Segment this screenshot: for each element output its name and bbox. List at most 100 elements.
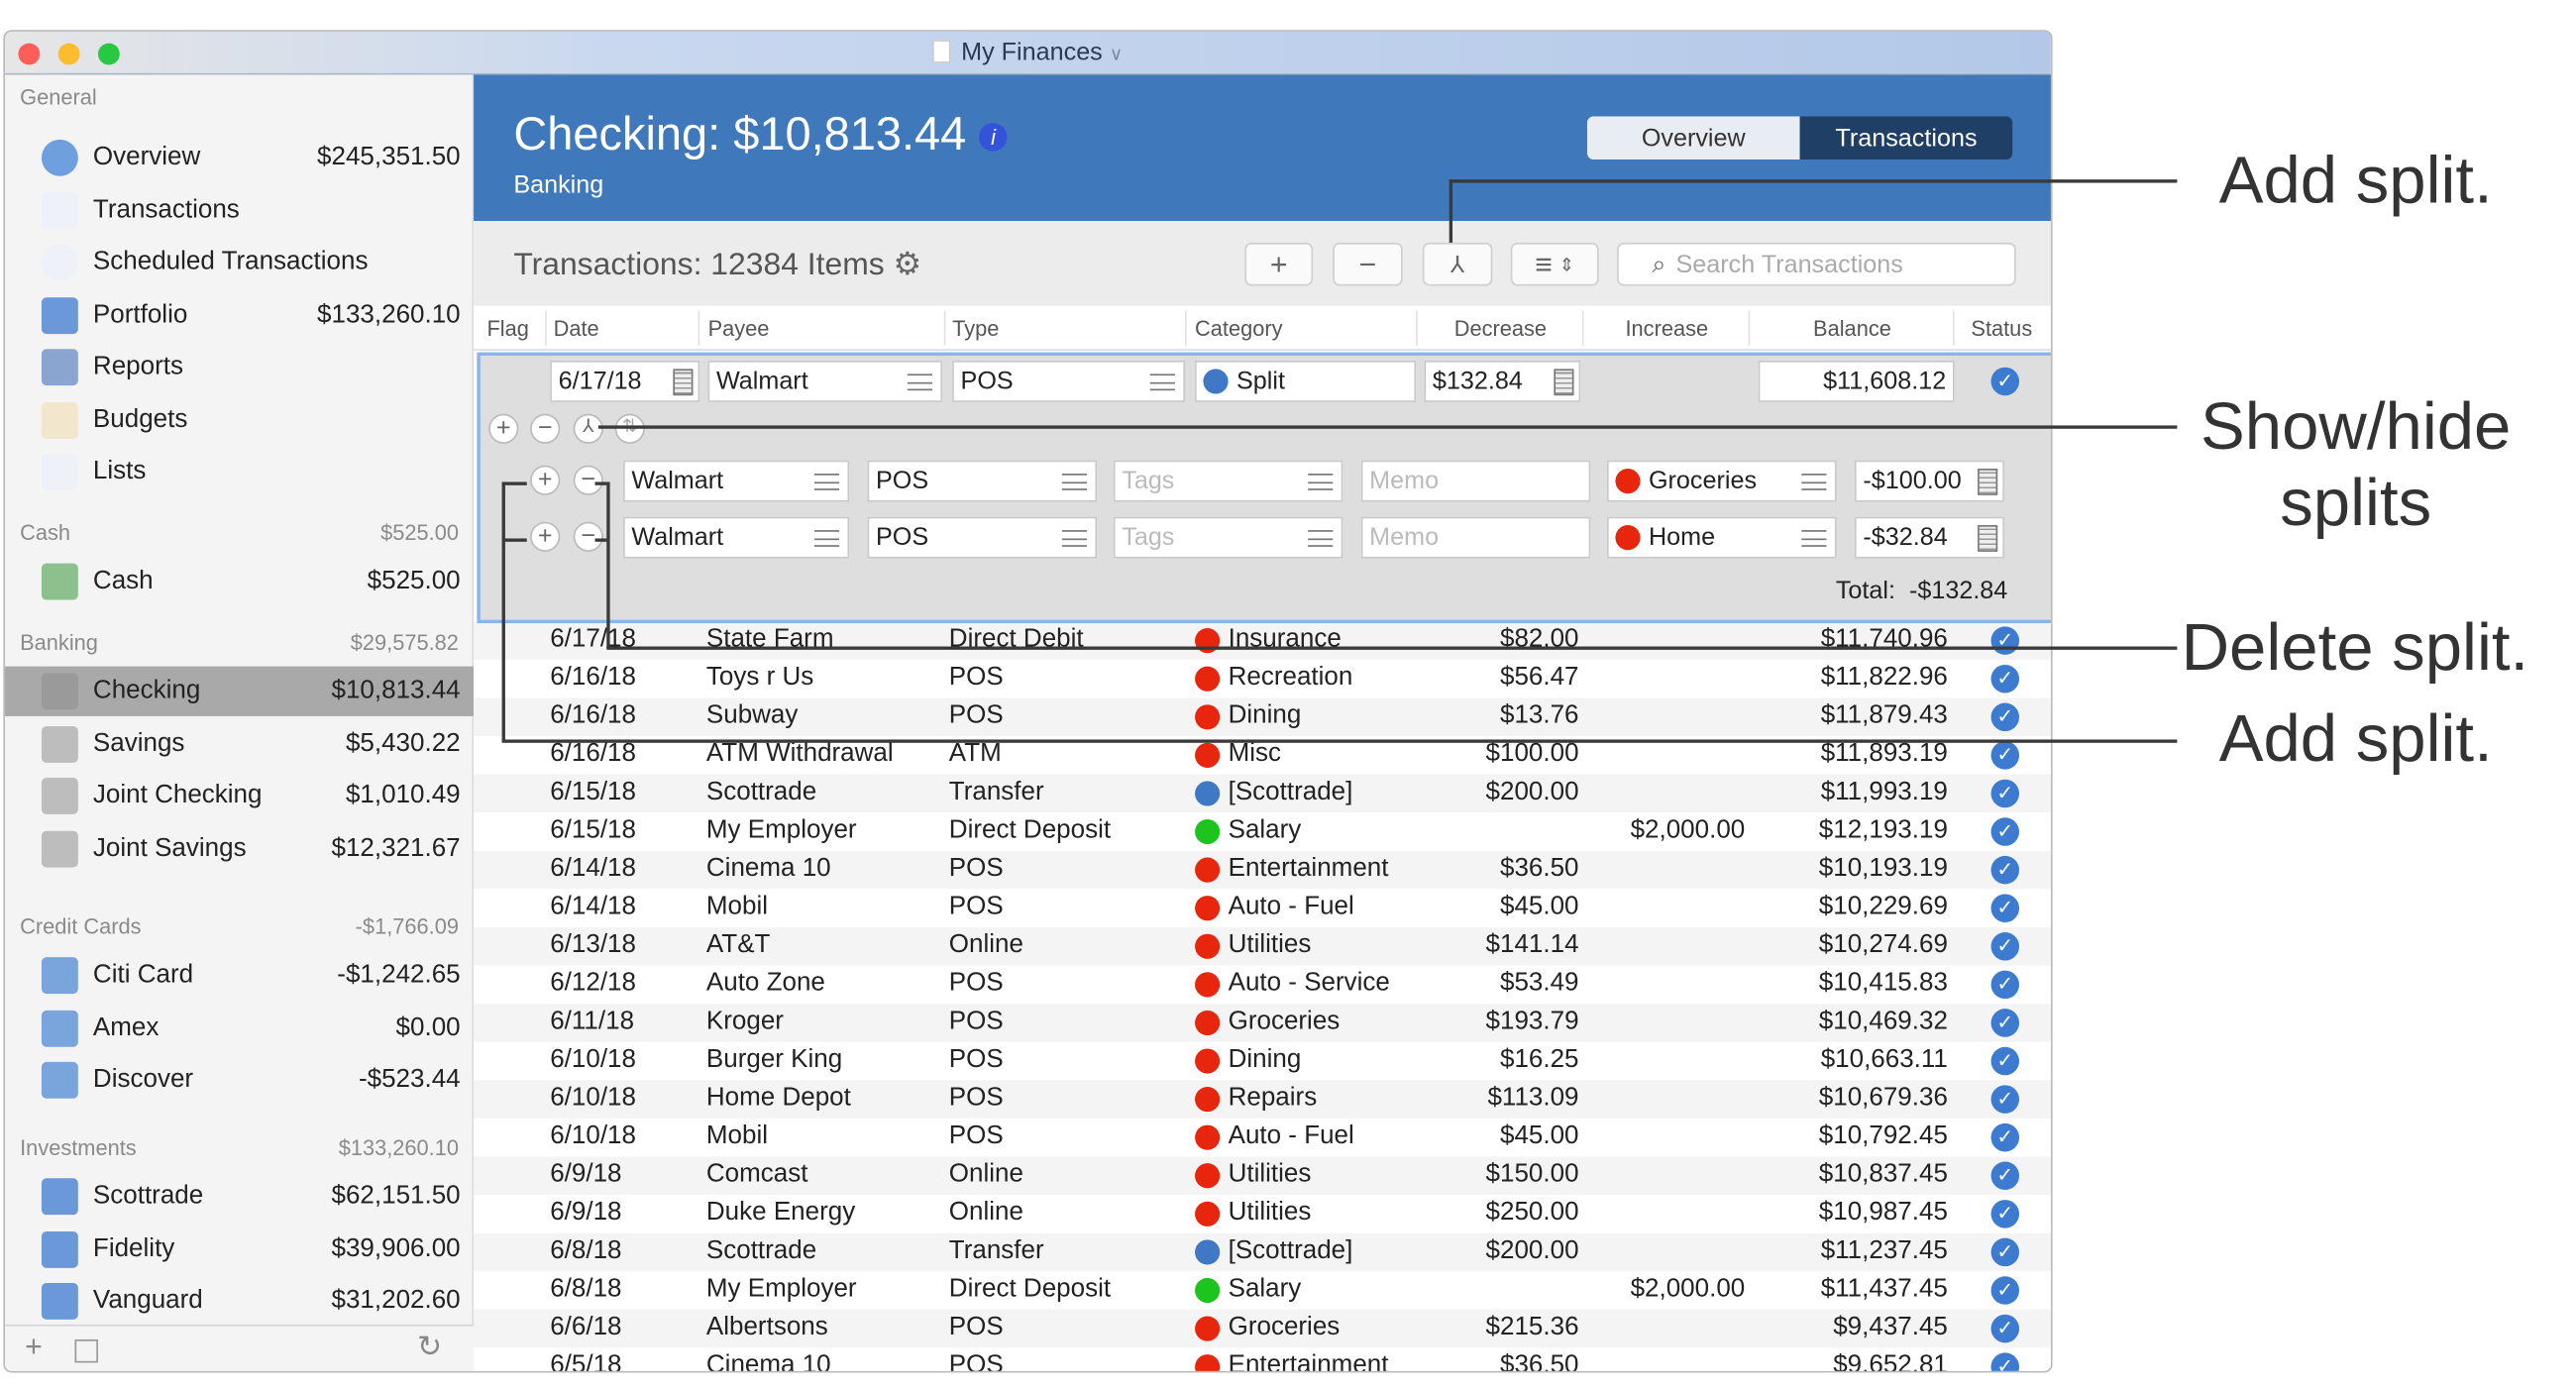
tab-overview[interactable]: Overview — [1586, 116, 1800, 160]
calculator-icon[interactable] — [1978, 525, 1998, 552]
col-category[interactable]: Category — [1195, 316, 1282, 341]
menu-icon[interactable] — [1308, 474, 1334, 490]
collapse-icon[interactable] — [74, 1338, 98, 1363]
table-row[interactable]: 6/8/18 Scottrade Transfer [Scottrade] $200.0… — [474, 1232, 2051, 1272]
status-check-icon[interactable]: ✓ — [1990, 970, 2020, 1000]
status-check-icon[interactable]: ✓ — [1990, 894, 2020, 922]
menu-icon[interactable] — [1308, 530, 1334, 547]
status-check-icon[interactable]: ✓ — [1990, 1276, 2020, 1305]
col-flag[interactable]: Flag — [486, 316, 528, 341]
sidebar-item-scheduled-transactions[interactable]: Scheduled Transactions — [5, 238, 474, 287]
status-check-icon[interactable]: ✓ — [1990, 932, 2020, 961]
add-split-row-icon[interactable]: + — [530, 465, 561, 495]
decrease-field[interactable]: $132.84 — [1424, 360, 1581, 402]
table-row[interactable]: 6/17/18 State Farm Direct Debit Insurance $8… — [474, 621, 2051, 660]
split-amount-field[interactable]: -$100.00 — [1854, 460, 2004, 502]
sidebar-item-savings[interactable]: Savings $5,430.22 — [5, 718, 474, 768]
add-split-row-icon[interactable]: + — [530, 521, 561, 552]
table-row[interactable]: 6/16/18 Toys r Us POS Recreation $56.47 $11,8… — [474, 659, 2051, 698]
table-row[interactable]: 6/11/18 Kroger POS Groceries $193.79 $10,469.… — [474, 1004, 2051, 1042]
status-check-icon[interactable]: ✓ — [1990, 1122, 2020, 1152]
remove-split-icon[interactable]: − — [530, 413, 561, 444]
col-type[interactable]: Type — [952, 316, 999, 341]
calendar-icon[interactable] — [673, 369, 694, 396]
col-balance[interactable]: Balance — [1813, 316, 1891, 341]
calculator-icon[interactable] — [1554, 369, 1574, 396]
table-row[interactable]: 6/6/18 Albertsons POS Groceries $215.36 $9,43… — [474, 1309, 2051, 1348]
table-row[interactable]: 6/10/18 Home Depot POS Repairs $113.09 $10,67… — [474, 1080, 2051, 1119]
view-options-button[interactable]: ≡ ⇕ — [1510, 242, 1599, 286]
status-check-icon[interactable]: ✓ — [1990, 1046, 2020, 1076]
type-field[interactable]: POS — [952, 360, 1185, 402]
add-split-icon[interactable]: + — [488, 413, 519, 444]
split-tags-field[interactable]: Tags — [1113, 516, 1343, 559]
status-check-icon[interactable]: ✓ — [1990, 741, 2020, 770]
add-account-icon[interactable]: + — [25, 1330, 43, 1364]
status-check-icon[interactable]: ✓ — [1990, 702, 2020, 732]
status-check-icon[interactable]: ✓ — [1990, 1085, 2020, 1114]
menu-icon[interactable] — [907, 374, 933, 391]
table-row[interactable]: 6/12/18 Auto Zone POS Auto - Service $53.49 $… — [474, 965, 2051, 1005]
col-decrease[interactable]: Decrease — [1454, 316, 1547, 341]
split-memo-field[interactable]: Memo — [1360, 516, 1591, 559]
status-check-icon[interactable]: ✓ — [1990, 1200, 2020, 1228]
menu-icon[interactable] — [813, 530, 840, 547]
menu-icon[interactable] — [1801, 530, 1827, 547]
sidebar-item-reports[interactable]: Reports — [5, 343, 474, 392]
split-category-field[interactable]: Groceries — [1607, 460, 1837, 502]
status-check-icon[interactable]: ✓ — [1990, 1161, 2020, 1191]
table-row[interactable]: 6/15/18 My Employer Direct Deposit Salary $2… — [474, 812, 2051, 851]
table-row[interactable]: 6/10/18 Burger King POS Dining $16.25 $10,663… — [474, 1041, 2051, 1081]
delete-split-row-icon[interactable]: − — [573, 465, 603, 495]
split-memo-field[interactable]: Memo — [1360, 460, 1591, 502]
status-check-icon[interactable]: ✓ — [1990, 1352, 2020, 1371]
col-payee[interactable]: Payee — [708, 316, 770, 341]
status-check-icon[interactable]: ✓ — [1990, 855, 2020, 885]
split-payee-field[interactable]: Walmart — [623, 516, 850, 559]
table-row[interactable]: 6/8/18 My Employer Direct Deposit Salary $2,… — [474, 1271, 2051, 1310]
add-transaction-button[interactable]: + — [1244, 242, 1314, 286]
menu-icon[interactable] — [1149, 374, 1175, 391]
sidebar-item-transactions[interactable]: Transactions — [5, 185, 474, 235]
category-field[interactable]: Split — [1195, 360, 1417, 402]
sidebar-item-citi-card[interactable]: Citi Card -$1,242.65 — [5, 950, 474, 1000]
sidebar-item-portfolio[interactable]: Portfolio $133,260.10 — [5, 290, 474, 340]
menu-icon[interactable] — [1061, 474, 1088, 490]
status-check-icon[interactable]: ✓ — [1990, 664, 2020, 694]
info-icon[interactable]: i — [979, 123, 1008, 152]
col-status[interactable]: Status — [1971, 316, 2032, 341]
refresh-icon[interactable]: ↻ — [417, 1330, 442, 1364]
col-increase[interactable]: Increase — [1625, 316, 1708, 341]
table-row[interactable]: 6/9/18 Comcast Online Utilities $150.00 $10,8… — [474, 1156, 2051, 1196]
delete-split-row-icon[interactable]: − — [573, 521, 603, 552]
tab-transactions[interactable]: Transactions — [1799, 116, 2013, 160]
date-field[interactable]: 6/17/18 — [550, 360, 700, 402]
calculator-icon[interactable] — [1978, 469, 1998, 495]
split-type-field[interactable]: POS — [867, 516, 1098, 559]
sidebar-item-scottrade[interactable]: Scottrade $62,151.50 — [5, 1172, 474, 1222]
col-date[interactable]: Date — [554, 316, 599, 341]
delete-transaction-button[interactable]: − — [1333, 242, 1403, 286]
sidebar-item-joint-checking[interactable]: Joint Checking $1,010.49 — [5, 771, 474, 820]
sidebar-item-joint-savings[interactable]: Joint Savings $12,321.67 — [5, 823, 474, 873]
split-type-field[interactable]: POS — [867, 460, 1098, 502]
status-check-icon[interactable]: ✓ — [1990, 1009, 2020, 1037]
gear-icon[interactable]: ⚙ — [894, 248, 922, 282]
add-split-button[interactable]: ⅄ — [1422, 242, 1493, 286]
split-category-field[interactable]: Home — [1607, 516, 1837, 559]
sidebar-item-discover[interactable]: Discover -$523.44 — [5, 1055, 474, 1105]
split-payee-field[interactable]: Walmart — [623, 460, 850, 502]
table-row[interactable]: 6/5/18 Cinema 10 POS Entertainment $36.50 $9,… — [474, 1347, 2051, 1371]
sidebar-item-fidelity[interactable]: Fidelity $39,906.00 — [5, 1224, 474, 1273]
table-row[interactable]: 6/16/18 Subway POS Dining $13.76 $11,879.43 ✓ — [474, 697, 2051, 737]
table-row[interactable]: 6/10/18 Mobil POS Auto - Fuel $45.00 $10,792.… — [474, 1118, 2051, 1157]
table-row[interactable]: 6/9/18 Duke Energy Online Utilities $250.00 $… — [474, 1195, 2051, 1233]
table-row[interactable]: 6/13/18 AT&T Online Utilities $141.14 $10,274… — [474, 926, 2051, 966]
sidebar-item-amex[interactable]: Amex $0.00 — [5, 1003, 474, 1052]
menu-icon[interactable] — [813, 474, 840, 490]
status-check-icon[interactable]: ✓ — [1990, 626, 2020, 655]
menu-icon[interactable] — [1801, 474, 1827, 490]
sidebar-item-vanguard[interactable]: Vanguard $31,202.60 — [5, 1276, 474, 1326]
table-row[interactable]: 6/14/18 Mobil POS Auto - Fuel $45.00 $10,229.… — [474, 889, 2051, 927]
sidebar-item-cash[interactable]: Cash $525.00 — [5, 557, 474, 606]
